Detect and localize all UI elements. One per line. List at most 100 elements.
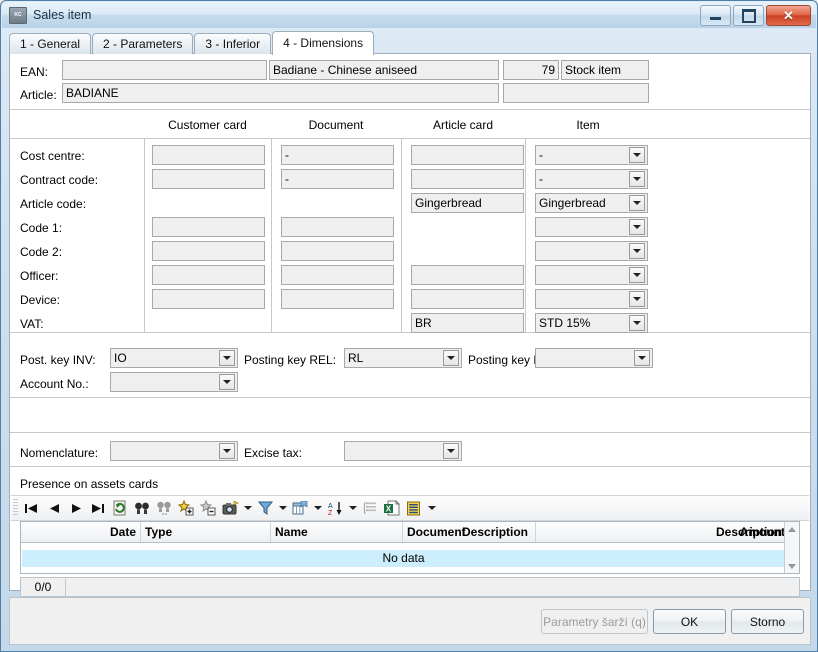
columns-dropdown-arrow-icon[interactable] <box>311 497 324 519</box>
article-code-item-combo[interactable]: Gingerbread <box>535 193 648 213</box>
refresh-icon[interactable] <box>109 497 131 519</box>
device-document-input[interactable] <box>281 289 394 309</box>
filter-icon[interactable] <box>254 497 276 519</box>
account-no-combo[interactable] <box>110 372 238 392</box>
tab-inferior[interactable]: 3 - Inferior <box>194 33 272 54</box>
officer-customer-input[interactable] <box>152 265 265 285</box>
scroll-down-icon[interactable] <box>785 559 799 573</box>
find-icon[interactable] <box>131 497 153 519</box>
device-article-input[interactable] <box>411 289 524 309</box>
row-label-cost-centre: Cost centre: <box>20 149 85 163</box>
chevron-down-icon[interactable] <box>634 350 650 366</box>
first-record-icon[interactable] <box>21 497 43 519</box>
delete-record-icon[interactable] <box>197 497 219 519</box>
device-item-combo[interactable] <box>535 289 648 309</box>
code-1-document-input[interactable] <box>281 217 394 237</box>
contract-code-article-input[interactable] <box>411 169 524 189</box>
toolbar-grip[interactable] <box>13 499 18 517</box>
code-2-item-combo[interactable] <box>535 241 648 261</box>
contract-code-customer-input[interactable] <box>152 169 265 189</box>
excise-tax-combo[interactable] <box>344 441 462 461</box>
last-record-icon[interactable] <box>87 497 109 519</box>
row-label-officer: Officer: <box>20 269 59 283</box>
column-header-type[interactable]: Type <box>141 522 271 542</box>
chevron-down-icon[interactable] <box>629 195 645 211</box>
contract-code-document-input[interactable]: - <box>281 169 394 189</box>
cost-centre-customer-input[interactable] <box>152 145 265 165</box>
group-icon[interactable] <box>359 497 381 519</box>
chevron-down-icon[interactable] <box>629 267 645 283</box>
column-header-date[interactable]: Date <box>21 522 141 542</box>
columns-icon[interactable] <box>289 497 311 519</box>
report-dropdown-arrow-icon[interactable] <box>425 497 438 519</box>
table-vertical-scrollbar[interactable] <box>784 522 799 573</box>
code-1-item-combo[interactable] <box>535 217 648 237</box>
ean-input[interactable] <box>62 60 267 80</box>
dialog-button-bar: Parametry šarží (q) OK Storno <box>9 597 811 645</box>
report-icon[interactable] <box>403 497 425 519</box>
sort-icon[interactable]: AZ <box>324 497 346 519</box>
add-record-icon[interactable] <box>175 497 197 519</box>
code-2-document-input[interactable] <box>281 241 394 261</box>
no-data-row: No data <box>22 550 785 567</box>
article-input[interactable]: BADIANE <box>62 83 499 103</box>
minimize-button[interactable] <box>700 5 731 26</box>
ok-button[interactable]: OK <box>653 609 726 634</box>
tab-parameters[interactable]: 2 - Parameters <box>92 33 194 54</box>
nomenclature-combo[interactable] <box>110 441 238 461</box>
column-header-name[interactable]: Name <box>271 522 403 542</box>
cancel-button[interactable]: Storno <box>731 609 804 634</box>
chevron-down-icon[interactable] <box>629 171 645 187</box>
close-button[interactable]: ✕ <box>766 5 811 26</box>
batch-params-button[interactable]: Parametry šarží (q) <box>541 609 648 634</box>
column-header-description-text[interactable]: Description <box>458 522 713 542</box>
vat-item-combo[interactable]: STD 15% <box>535 313 648 333</box>
find-next-icon[interactable] <box>153 497 175 519</box>
maximize-button[interactable] <box>733 5 764 26</box>
chevron-down-icon[interactable] <box>219 350 235 366</box>
chevron-down-icon[interactable] <box>443 443 459 459</box>
contract-code-item-combo[interactable]: - <box>535 169 648 189</box>
vat-item-value: STD 15% <box>539 316 591 330</box>
filter-dropdown-arrow-icon[interactable] <box>276 497 289 519</box>
chevron-down-icon[interactable] <box>629 147 645 163</box>
code-1-customer-input[interactable] <box>152 217 265 237</box>
export-excel-icon[interactable]: X <box>381 497 403 519</box>
posting-key-inv-combo[interactable]: IO <box>110 348 238 368</box>
chevron-down-icon[interactable] <box>219 374 235 390</box>
posting-key-rem-combo[interactable] <box>535 348 653 368</box>
column-header-amount[interactable]: Amount <box>711 522 789 542</box>
sort-dropdown-arrow-icon[interactable] <box>346 497 359 519</box>
ean-label: EAN: <box>20 65 49 79</box>
posting-key-rel-label: Posting key REL: <box>244 353 337 367</box>
officer-article-input[interactable] <box>411 265 524 285</box>
snapshot-icon[interactable] <box>219 497 241 519</box>
previous-record-icon[interactable] <box>43 497 65 519</box>
code-2-customer-input[interactable] <box>152 241 265 261</box>
cost-centre-document-input[interactable]: - <box>281 145 394 165</box>
chevron-down-icon[interactable] <box>629 219 645 235</box>
article-extra-input[interactable] <box>503 83 649 103</box>
cost-centre-article-input[interactable] <box>411 145 524 165</box>
chevron-down-icon[interactable] <box>629 243 645 259</box>
chevron-down-icon[interactable] <box>443 350 459 366</box>
officer-item-combo[interactable] <box>535 265 648 285</box>
officer-document-input[interactable] <box>281 265 394 285</box>
tab-general[interactable]: 1 - General <box>9 33 92 54</box>
next-record-icon[interactable] <box>65 497 87 519</box>
number-input[interactable]: 79 <box>503 60 559 80</box>
device-customer-input[interactable] <box>152 289 265 309</box>
cost-centre-item-combo[interactable]: - <box>535 145 648 165</box>
posting-key-rel-combo[interactable]: RL <box>344 348 462 368</box>
row-label-article-code: Article code: <box>20 197 87 211</box>
chevron-down-icon[interactable] <box>629 291 645 307</box>
chevron-down-icon[interactable] <box>629 315 645 331</box>
tab-dimensions[interactable]: 4 - Dimensions <box>272 31 375 55</box>
item-kind-input[interactable]: Stock item <box>561 60 649 80</box>
description-input[interactable]: Badiane - Chinese aniseed <box>269 60 499 80</box>
vat-article-input[interactable]: BR <box>411 313 524 333</box>
scroll-up-icon[interactable] <box>785 522 799 536</box>
chevron-down-icon[interactable] <box>219 443 235 459</box>
article-code-article-input[interactable]: Gingerbread <box>411 193 524 213</box>
snapshot-dropdown-arrow-icon[interactable] <box>241 497 254 519</box>
